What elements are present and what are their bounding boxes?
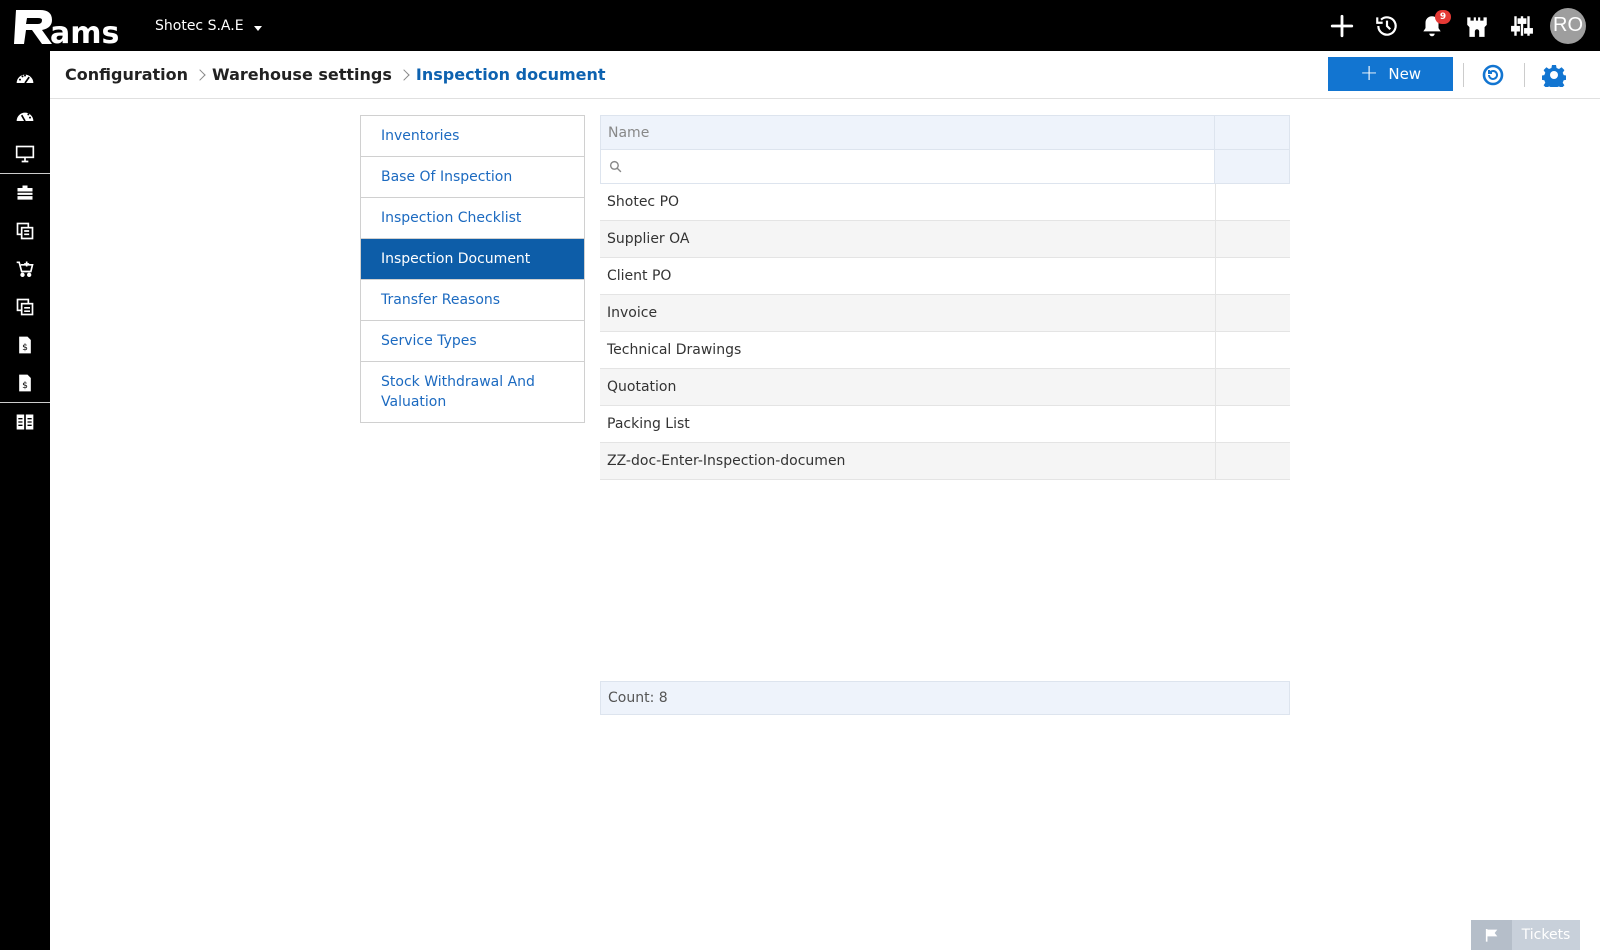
search-input[interactable]	[628, 151, 1214, 182]
settings-menu: Inventories Base Of Inspection Inspectio…	[360, 115, 585, 423]
row-name: Quotation	[600, 369, 1216, 405]
menu-item-inventories[interactable]: Inventories	[361, 116, 584, 157]
row-name: Supplier OA	[600, 221, 1216, 257]
plus-icon: +	[1359, 61, 1379, 86]
table-row[interactable]: Supplier OA	[600, 221, 1290, 258]
breadcrumb-warehouse-settings[interactable]: Warehouse settings	[212, 65, 392, 84]
table-row[interactable]: Technical Drawings	[600, 332, 1290, 369]
briefcase-icon[interactable]	[0, 174, 50, 212]
dashboard-icon[interactable]	[0, 59, 50, 97]
table-row[interactable]: Shotec PO	[600, 184, 1290, 221]
row-name: Technical Drawings	[600, 332, 1216, 368]
notification-badge: 9	[1435, 10, 1451, 24]
chevron-down-icon	[253, 25, 262, 31]
grid-settings-icon[interactable]	[0, 403, 50, 441]
table-row[interactable]: Invoice	[600, 295, 1290, 332]
row-name: Client PO	[600, 258, 1216, 294]
monitor-icon[interactable]	[0, 135, 50, 173]
table-row[interactable]: Packing List	[600, 406, 1290, 443]
dashboard-alt-icon[interactable]	[0, 97, 50, 135]
castle-icon[interactable]	[1454, 0, 1499, 51]
column-header-name[interactable]: Name	[601, 116, 1215, 149]
header-divider	[1463, 63, 1464, 87]
table-row[interactable]: Quotation	[600, 369, 1290, 406]
search-icon	[609, 160, 622, 173]
menu-item-base-of-inspection[interactable]: Base Of Inspection	[361, 157, 584, 198]
gear-icon[interactable]	[1542, 63, 1566, 87]
breadcrumb-configuration[interactable]: Configuration	[65, 65, 188, 84]
svg-text:$: $	[22, 380, 28, 391]
documents-grid: Name Shotec PO Supplier OA Client PO Inv…	[600, 115, 1290, 480]
chevron-right-icon	[194, 68, 206, 81]
refresh-icon[interactable]	[1481, 63, 1505, 87]
flag-icon	[1471, 920, 1512, 950]
cart-icon[interactable]	[0, 250, 50, 288]
sliders-icon[interactable]	[1499, 0, 1544, 51]
page-header: Configuration Warehouse settings Inspect…	[50, 51, 1600, 99]
row-name: Packing List	[600, 406, 1216, 442]
filter-row	[600, 150, 1290, 184]
filter-actions-cell	[1215, 150, 1289, 183]
left-rail: $ $	[0, 51, 50, 950]
top-bar: ams Shotec S.A.E 9 RO	[0, 0, 1600, 51]
menu-item-inspection-document[interactable]: Inspection Document	[361, 239, 584, 280]
svg-text:$: $	[22, 342, 28, 353]
breadcrumb: Configuration Warehouse settings Inspect…	[65, 51, 606, 98]
table-row[interactable]: ZZ-doc-Enter-Inspection-documen	[600, 443, 1290, 480]
bell-icon[interactable]: 9	[1409, 0, 1454, 51]
breadcrumb-inspection-document: Inspection document	[415, 65, 606, 84]
rail-divider	[0, 173, 50, 174]
column-header-actions	[1215, 116, 1289, 149]
header-divider	[1524, 63, 1525, 87]
svg-text:ams: ams	[50, 16, 119, 46]
table-row[interactable]: Client PO	[600, 258, 1290, 295]
filter-cell	[601, 150, 1215, 183]
grid-header: Name	[600, 115, 1290, 150]
history-icon[interactable]	[1364, 0, 1409, 51]
menu-item-service-types[interactable]: Service Types	[361, 321, 584, 362]
row-name: Shotec PO	[600, 184, 1216, 220]
avatar-initials: RO	[1553, 14, 1583, 36]
add-icon[interactable]	[1319, 0, 1364, 51]
company-selector[interactable]: Shotec S.A.E	[155, 0, 262, 51]
invoice-alt-icon[interactable]: $	[0, 364, 50, 402]
new-button-label: New	[1388, 65, 1422, 83]
menu-item-transfer-reasons[interactable]: Transfer Reasons	[361, 280, 584, 321]
invoice-icon[interactable]: $	[0, 326, 50, 364]
tickets-button[interactable]: Tickets	[1471, 920, 1580, 950]
rail-divider	[0, 402, 50, 403]
menu-item-inspection-checklist[interactable]: Inspection Checklist	[361, 198, 584, 239]
avatar[interactable]: RO	[1550, 7, 1586, 44]
items-icon[interactable]	[0, 212, 50, 250]
row-name: ZZ-doc-Enter-Inspection-documen	[600, 443, 1216, 479]
chevron-right-icon	[398, 68, 410, 81]
menu-item-stock-withdrawal[interactable]: Stock Withdrawal And Valuation	[361, 362, 584, 422]
warehouse-icon[interactable]	[0, 288, 50, 326]
grid-footer-count: Count: 8	[600, 681, 1290, 715]
rams-logo[interactable]: ams	[10, 6, 132, 46]
tickets-label: Tickets	[1521, 927, 1571, 943]
new-button[interactable]: + New	[1328, 57, 1453, 91]
row-name: Invoice	[600, 295, 1216, 331]
company-name: Shotec S.A.E	[155, 17, 244, 34]
